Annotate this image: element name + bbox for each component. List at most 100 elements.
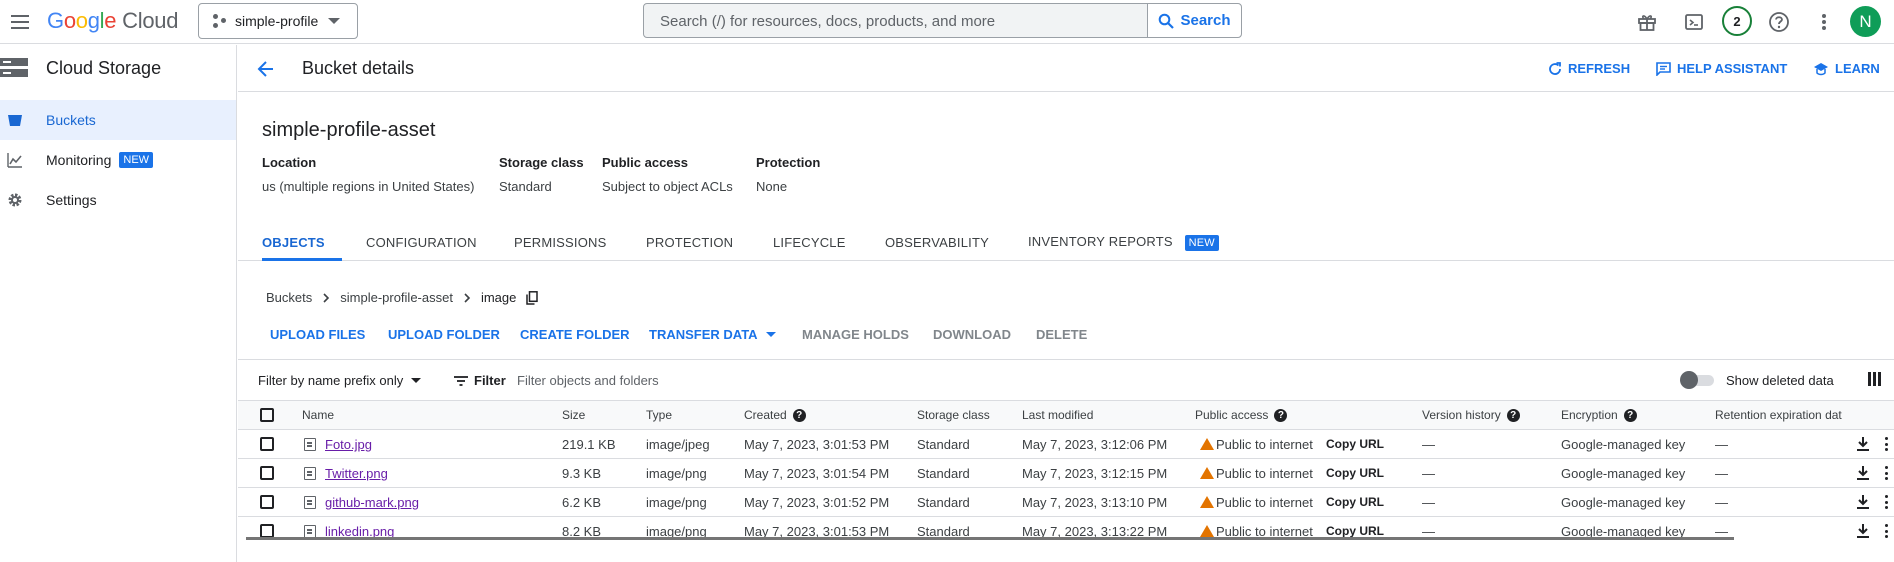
cloud-shell-icon[interactable]	[1680, 8, 1708, 36]
gift-icon[interactable]	[1633, 8, 1661, 36]
help-icon[interactable]: ?	[1274, 408, 1288, 422]
more-vert-icon[interactable]	[1885, 437, 1889, 451]
col-created[interactable]: Created?	[744, 408, 806, 422]
table-row[interactable]: linkedin.png 8.2 KB image/png May 7, 202…	[238, 517, 1894, 546]
main-menu-icon[interactable]	[8, 10, 32, 34]
copy-url-link[interactable]: Copy URL	[1326, 524, 1384, 538]
help-icon[interactable]: ?	[792, 408, 806, 422]
refresh-button[interactable]: REFRESH	[1548, 61, 1630, 76]
download-icon[interactable]	[1856, 523, 1870, 539]
show-deleted-toggle[interactable]	[1680, 371, 1714, 389]
tab-configuration[interactable]: CONFIGURATION	[366, 235, 477, 250]
search-bar[interactable]: Search (/) for resources, docs, products…	[643, 3, 1242, 38]
upload-files-button[interactable]: UPLOAD FILES	[270, 327, 365, 342]
sidebar-item-monitoring[interactable]: Monitoring NEW	[0, 140, 236, 180]
row-checkbox[interactable]	[260, 437, 274, 451]
project-icon	[213, 14, 227, 28]
delete-button[interactable]: DELETE	[1036, 327, 1087, 342]
back-arrow-icon[interactable]	[256, 59, 276, 79]
col-version-history[interactable]: Version history?	[1422, 408, 1520, 422]
created-cell: May 7, 2023, 3:01:53 PM	[744, 437, 890, 452]
col-public-access[interactable]: Public access?	[1195, 408, 1288, 422]
filter-prefix-label: Filter by name prefix only	[258, 373, 404, 388]
storage-class-cell: Standard	[917, 437, 970, 452]
warning-icon	[1200, 496, 1214, 508]
tab-lifecycle[interactable]: LIFECYCLE	[773, 235, 846, 250]
learn-button[interactable]: LEARN	[1813, 61, 1880, 76]
sidebar-item-settings[interactable]: Settings	[0, 180, 236, 220]
tab-protection[interactable]: PROTECTION	[646, 235, 733, 250]
column-display-icon[interactable]	[1868, 372, 1882, 388]
chevron-right-icon	[323, 292, 330, 303]
file-name-link[interactable]: Twitter.png	[325, 466, 388, 481]
row-checkbox[interactable]	[260, 466, 274, 480]
col-encryption[interactable]: Encryption?	[1561, 408, 1637, 422]
more-vert-icon[interactable]	[1885, 466, 1889, 480]
project-picker[interactable]: simple-profile	[198, 3, 358, 39]
monitoring-icon	[7, 153, 22, 168]
row-checkbox[interactable]	[260, 495, 274, 509]
download-icon[interactable]	[1856, 494, 1870, 510]
file-name-link[interactable]: github-mark.png	[325, 495, 419, 510]
transfer-data-button[interactable]: TRANSFER DATA	[649, 327, 776, 342]
more-vert-icon[interactable]	[1885, 524, 1889, 538]
row-checkbox[interactable]	[260, 524, 274, 538]
upload-folder-button[interactable]: UPLOAD FOLDER	[388, 327, 500, 342]
copy-url-link[interactable]: Copy URL	[1326, 437, 1384, 451]
tab-observability[interactable]: OBSERVABILITY	[885, 235, 989, 250]
col-retention[interactable]: Retention expiration dat	[1715, 408, 1842, 422]
table-row[interactable]: github-mark.png 6.2 KB image/png May 7, …	[238, 488, 1894, 517]
more-vert-icon[interactable]	[1885, 495, 1889, 509]
search-input[interactable]: Search (/) for resources, docs, products…	[644, 4, 1147, 37]
copy-url-link[interactable]: Copy URL	[1326, 495, 1384, 509]
warning-icon	[1200, 525, 1214, 537]
copy-icon[interactable]	[526, 290, 539, 305]
sidebar-item-buckets[interactable]: Buckets	[0, 100, 236, 140]
storage-class-cell: Standard	[917, 495, 970, 510]
col-size[interactable]: Size	[562, 408, 585, 422]
tab-permissions[interactable]: PERMISSIONS	[514, 235, 607, 250]
new-badge: NEW	[119, 152, 154, 168]
download-button[interactable]: DOWNLOAD	[933, 327, 1011, 342]
col-type[interactable]: Type	[646, 408, 672, 422]
horizontal-scrollbar[interactable]	[246, 537, 1734, 540]
help-icon[interactable]: ?	[1623, 408, 1637, 422]
new-badge: NEW	[1184, 235, 1219, 251]
file-name-link[interactable]: Foto.jpg	[325, 437, 372, 452]
col-name[interactable]: Name	[302, 408, 334, 422]
help-icon[interactable]	[1765, 8, 1793, 36]
more-vert-icon[interactable]	[1810, 8, 1838, 36]
crumb-bucket[interactable]: simple-profile-asset	[340, 290, 453, 305]
avatar[interactable]: N	[1850, 6, 1881, 37]
manage-holds-button[interactable]: MANAGE HOLDS	[802, 327, 909, 342]
download-icon[interactable]	[1856, 436, 1870, 452]
created-cell: May 7, 2023, 3:01:54 PM	[744, 466, 890, 481]
help-icon[interactable]: ?	[1506, 408, 1520, 422]
notifications-badge[interactable]: 2	[1722, 6, 1752, 36]
filter-prefix-select[interactable]: Filter by name prefix only	[258, 373, 422, 388]
tab-bar: OBJECTS CONFIGURATION PERMISSIONS PROTEC…	[238, 225, 1894, 261]
help-assistant-button[interactable]: HELP ASSISTANT	[1656, 61, 1787, 76]
bucket-icon	[8, 115, 22, 126]
google-cloud-logo[interactable]: Google Cloud	[47, 8, 178, 34]
filter-bar: Filter by name prefix only Filter Filter…	[238, 359, 1894, 401]
refresh-icon	[1549, 61, 1561, 75]
download-icon[interactable]	[1856, 465, 1870, 481]
tab-inventory-reports[interactable]: INVENTORY REPORTS NEW	[1028, 234, 1219, 251]
col-last-modified[interactable]: Last modified	[1022, 408, 1093, 422]
retention-cell: —	[1715, 466, 1728, 481]
created-cell: May 7, 2023, 3:01:52 PM	[744, 495, 890, 510]
select-all-checkbox[interactable]	[260, 408, 274, 422]
filter-input[interactable]: Filter objects and folders	[517, 373, 659, 388]
logo-cloud-text: Cloud	[122, 8, 179, 33]
copy-url-link[interactable]: Copy URL	[1326, 466, 1384, 480]
school-icon	[1814, 62, 1828, 75]
table-row[interactable]: Twitter.png 9.3 KB image/png May 7, 2023…	[238, 459, 1894, 488]
filter-button[interactable]: Filter	[454, 373, 506, 388]
col-storage-class[interactable]: Storage class	[917, 408, 990, 422]
crumb-buckets[interactable]: Buckets	[266, 290, 312, 305]
table-row[interactable]: Foto.jpg 219.1 KB image/jpeg May 7, 2023…	[238, 430, 1894, 459]
tab-objects[interactable]: OBJECTS	[262, 235, 325, 250]
search-button[interactable]: Search	[1147, 4, 1241, 37]
create-folder-button[interactable]: CREATE FOLDER	[520, 327, 630, 342]
